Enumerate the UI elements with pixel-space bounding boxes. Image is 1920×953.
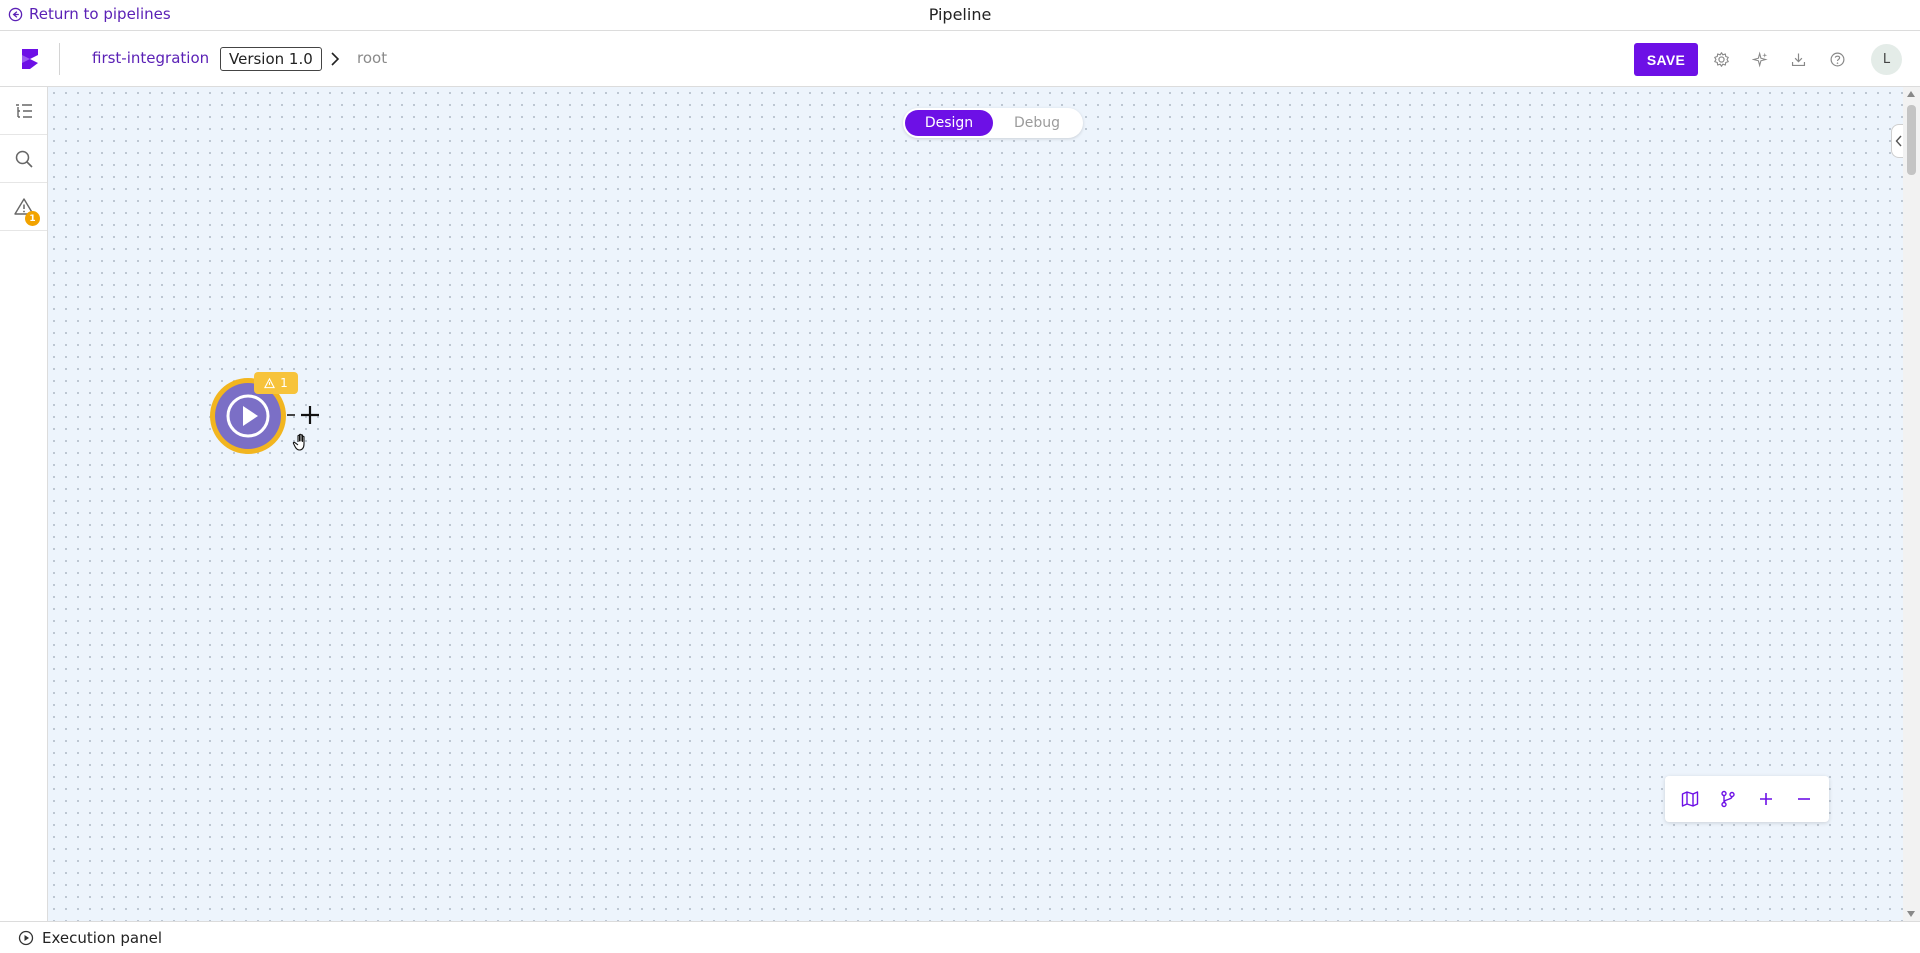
search-icon [15,150,33,168]
pipeline-canvas[interactable]: Design Debug 1 [48,87,1905,921]
breadcrumb-root[interactable]: root [357,49,387,67]
warning-triangle-icon [264,377,276,388]
play-circle-icon [18,930,34,946]
execution-panel-label: Execution panel [42,929,162,947]
rail-search-button[interactable] [0,135,47,183]
chevron-right-icon [331,52,340,66]
outline-icon [15,103,32,118]
rail-warnings-button[interactable]: 1 [0,183,47,231]
zoom-out-icon [1798,798,1810,800]
execution-panel-toggle[interactable]: Execution panel [18,929,162,947]
scroll-up-arrow[interactable] [1907,91,1915,97]
project-name-link[interactable]: first-integration [92,49,209,67]
hand-cursor-icon [292,433,305,451]
bottom-bar: Execution panel [0,921,1920,953]
minimap-button[interactable] [1675,784,1705,814]
node-warning-count: 1 [280,376,288,390]
sparkle-icon [1751,50,1768,68]
canvas-controls [1665,776,1829,822]
rail-outline-button[interactable] [0,87,47,135]
warnings-badge: 1 [25,211,40,226]
return-to-pipelines-label: Return to pipelines [29,5,171,23]
add-next-step-button[interactable] [296,401,324,429]
mode-debug-button[interactable]: Debug [993,110,1081,136]
zoom-in-icon [1760,793,1772,805]
node-connector-line [287,414,295,416]
page-title: Pipeline [928,5,992,24]
return-to-pipelines-link[interactable]: Return to pipelines [8,5,171,23]
save-button[interactable]: SAVE [1634,43,1698,76]
title-bar: Return to pipelines Pipeline [0,0,1920,31]
mode-toggle: Design Debug [903,108,1083,138]
download-button[interactable] [1788,49,1808,69]
canvas-scrollbar[interactable] [1903,87,1920,921]
zoom-in-button[interactable] [1751,784,1781,814]
chevron-left-icon [1895,135,1902,147]
plus-icon [301,406,319,424]
help-button[interactable] [1827,49,1847,69]
download-icon [1791,53,1805,66]
mode-design-button[interactable]: Design [905,110,993,136]
help-icon [1830,52,1844,66]
play-icon [226,394,270,438]
node-warning-badge[interactable]: 1 [254,372,298,394]
left-rail: 1 [0,87,48,921]
circle-arrow-left-icon [8,7,23,21]
app-logo-icon[interactable] [16,45,44,73]
gear-icon [1713,51,1729,67]
auto-layout-button[interactable] [1713,784,1743,814]
version-selector[interactable]: Version 1.0 [220,47,322,71]
scroll-thumb[interactable] [1907,105,1916,175]
toolbar-divider [59,43,60,75]
branch-icon [1721,790,1735,808]
ai-assist-button[interactable] [1750,49,1770,69]
map-icon [1681,791,1699,807]
settings-button[interactable] [1711,49,1731,69]
user-avatar[interactable]: L [1871,44,1902,75]
zoom-out-button[interactable] [1789,784,1819,814]
scroll-down-arrow[interactable] [1907,911,1915,917]
toolbar: first-integration Version 1.0 root SAVE … [0,31,1920,87]
